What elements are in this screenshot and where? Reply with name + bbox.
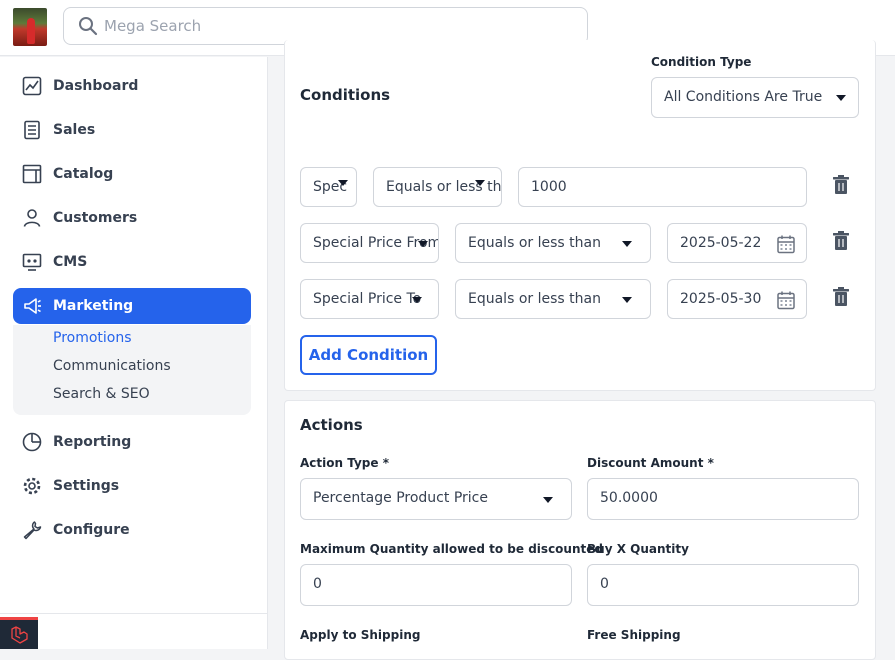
discount-amount-value: 50.0000 — [600, 490, 658, 506]
sidebar-item-dashboard[interactable]: Dashboard — [13, 68, 251, 104]
sales-icon — [21, 119, 43, 141]
action-type-value: Percentage Product Price — [313, 490, 488, 506]
sidebar-item-label: Customers — [53, 210, 138, 226]
calendar-icon[interactable] — [776, 290, 796, 310]
sidebar-item-catalog[interactable]: Catalog — [13, 156, 251, 192]
catalog-icon — [21, 163, 43, 185]
sidebar: Dashboard Sales Catalog Customers CMS Ma… — [0, 57, 268, 649]
add-condition-button[interactable]: Add Condition — [300, 335, 437, 375]
search-input[interactable] — [104, 9, 574, 43]
submenu-item-communications[interactable]: Communications — [53, 358, 171, 374]
chevron-down-icon — [622, 241, 632, 247]
sidebar-item-marketing[interactable]: Marketing — [13, 288, 251, 324]
dashboard-icon — [21, 75, 43, 97]
condition-date-input[interactable]: 2025-05-22 — [667, 223, 807, 263]
trash-icon[interactable] — [832, 287, 850, 307]
condition-value-text: 2025-05-22 — [680, 235, 762, 251]
condition-value-text: 2025-05-30 — [680, 291, 762, 307]
chevron-down-icon — [543, 497, 553, 503]
condition-attribute-value: Special Price To — [313, 291, 422, 307]
sidebar-item-label: Configure — [53, 522, 130, 538]
chevron-down-icon — [412, 297, 422, 303]
sidebar-item-cms[interactable]: CMS — [13, 244, 251, 280]
sidebar-item-configure[interactable]: Configure — [13, 512, 251, 548]
discount-amount-label: Discount Amount * — [587, 456, 714, 470]
buy-x-label: Buy X Quantity — [587, 542, 689, 556]
settings-icon — [21, 475, 43, 497]
condition-operator-value: Equals or less than — [468, 291, 601, 307]
condition-operator-select[interactable]: Equals or less th — [373, 167, 502, 207]
reporting-icon — [21, 431, 43, 453]
buy-x-input[interactable]: 0 — [587, 564, 859, 606]
sidebar-item-settings[interactable]: Settings — [13, 468, 251, 504]
customers-icon — [21, 207, 43, 229]
condition-attribute-select[interactable]: Special Price To — [300, 279, 439, 319]
submenu-item-promotions[interactable]: Promotions — [53, 330, 132, 346]
sidebar-item-label: Settings — [53, 478, 120, 494]
configure-icon — [21, 519, 43, 541]
max-qty-input[interactable]: 0 — [300, 564, 572, 606]
max-qty-label: Maximum Quantity allowed to be discounte… — [300, 542, 603, 556]
condition-operator-value: Equals or less than — [468, 235, 601, 251]
condition-type-select[interactable]: All Conditions Are True — [651, 77, 859, 118]
free-shipping-label: Free Shipping — [587, 628, 681, 642]
max-qty-value: 0 — [313, 576, 322, 592]
search-icon — [79, 17, 98, 36]
chevron-down-icon — [418, 241, 428, 247]
condition-operator-select[interactable]: Equals or less than — [455, 279, 651, 319]
marketing-icon — [21, 295, 43, 317]
condition-value-text: 1000 — [531, 179, 567, 195]
trash-icon[interactable] — [832, 175, 850, 195]
sidebar-item-label: Reporting — [53, 434, 132, 450]
sidebar-item-reporting[interactable]: Reporting — [13, 424, 251, 460]
sidebar-item-label: CMS — [53, 254, 88, 270]
marketing-submenu: Promotions Communications Search & SEO — [13, 325, 251, 415]
sidebar-divider — [0, 613, 267, 614]
discount-amount-input[interactable]: 50.0000 — [587, 478, 859, 520]
laravel-logo-icon — [0, 617, 38, 649]
trash-icon[interactable] — [832, 231, 850, 251]
chevron-down-icon — [338, 180, 348, 186]
condition-type-label: Condition Type — [651, 55, 752, 69]
chevron-down-icon — [836, 95, 846, 101]
avatar[interactable] — [13, 8, 47, 46]
action-type-label: Action Type * — [300, 456, 389, 470]
condition-attribute-select[interactable]: Spec — [300, 167, 357, 207]
sidebar-item-label: Catalog — [53, 166, 114, 182]
condition-date-input[interactable]: 2025-05-30 — [667, 279, 807, 319]
cms-icon — [21, 251, 43, 273]
sidebar-item-label: Marketing — [53, 298, 134, 314]
buy-x-value: 0 — [600, 576, 609, 592]
apply-shipping-label: Apply to Shipping — [300, 628, 421, 642]
sidebar-item-sales[interactable]: Sales — [13, 112, 251, 148]
condition-type-value: All Conditions Are True — [664, 89, 823, 105]
chevron-down-icon — [622, 297, 632, 303]
condition-attribute-select[interactable]: Special Price From — [300, 223, 439, 263]
action-type-select[interactable]: Percentage Product Price — [300, 478, 572, 520]
actions-title: Actions — [300, 416, 363, 434]
condition-operator-select[interactable]: Equals or less than — [455, 223, 651, 263]
conditions-title: Conditions — [300, 86, 391, 104]
chevron-down-icon — [475, 180, 485, 186]
sidebar-item-label: Dashboard — [53, 78, 139, 94]
condition-value-input[interactable]: 1000 — [518, 167, 807, 207]
sidebar-item-customers[interactable]: Customers — [13, 200, 251, 236]
calendar-icon[interactable] — [776, 234, 796, 254]
submenu-item-search-seo[interactable]: Search & SEO — [53, 386, 150, 402]
sidebar-item-label: Sales — [53, 122, 96, 138]
actions-card — [284, 400, 876, 660]
